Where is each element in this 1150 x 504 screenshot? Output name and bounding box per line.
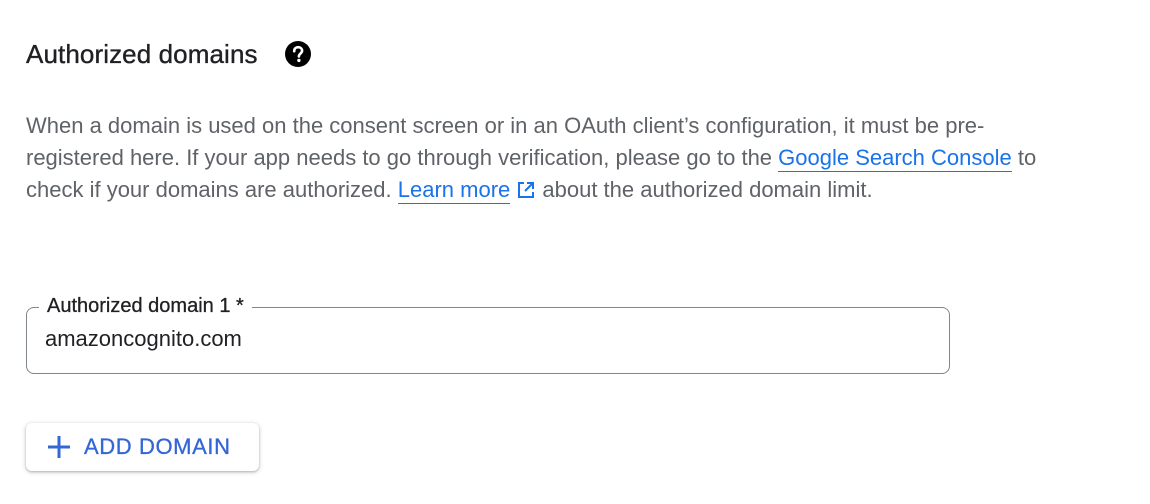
- description-text-3: about the authorized domain limit.: [536, 177, 873, 202]
- plus-icon: [46, 434, 72, 460]
- open-in-new-icon[interactable]: [516, 177, 536, 198]
- section-title: Authorized domains: [26, 38, 258, 69]
- section-description: When a domain is used on the consent scr…: [26, 110, 1046, 206]
- authorized-domains-section: Authorized domains When a domain is used…: [0, 0, 1150, 504]
- authorized-domain-input[interactable]: [45, 324, 925, 354]
- google-search-console-link[interactable]: Google Search Console: [778, 145, 1012, 172]
- help-icon[interactable]: [284, 40, 312, 68]
- add-domain-label: ADD DOMAIN: [84, 434, 231, 459]
- authorized-domain-label: Authorized domain 1 *: [39, 293, 252, 319]
- add-domain-button[interactable]: ADD DOMAIN: [26, 423, 259, 471]
- section-header: Authorized domains: [26, 36, 312, 72]
- authorized-domain-field[interactable]: Authorized domain 1 *: [26, 293, 950, 374]
- learn-more-link[interactable]: Learn more: [397, 177, 511, 204]
